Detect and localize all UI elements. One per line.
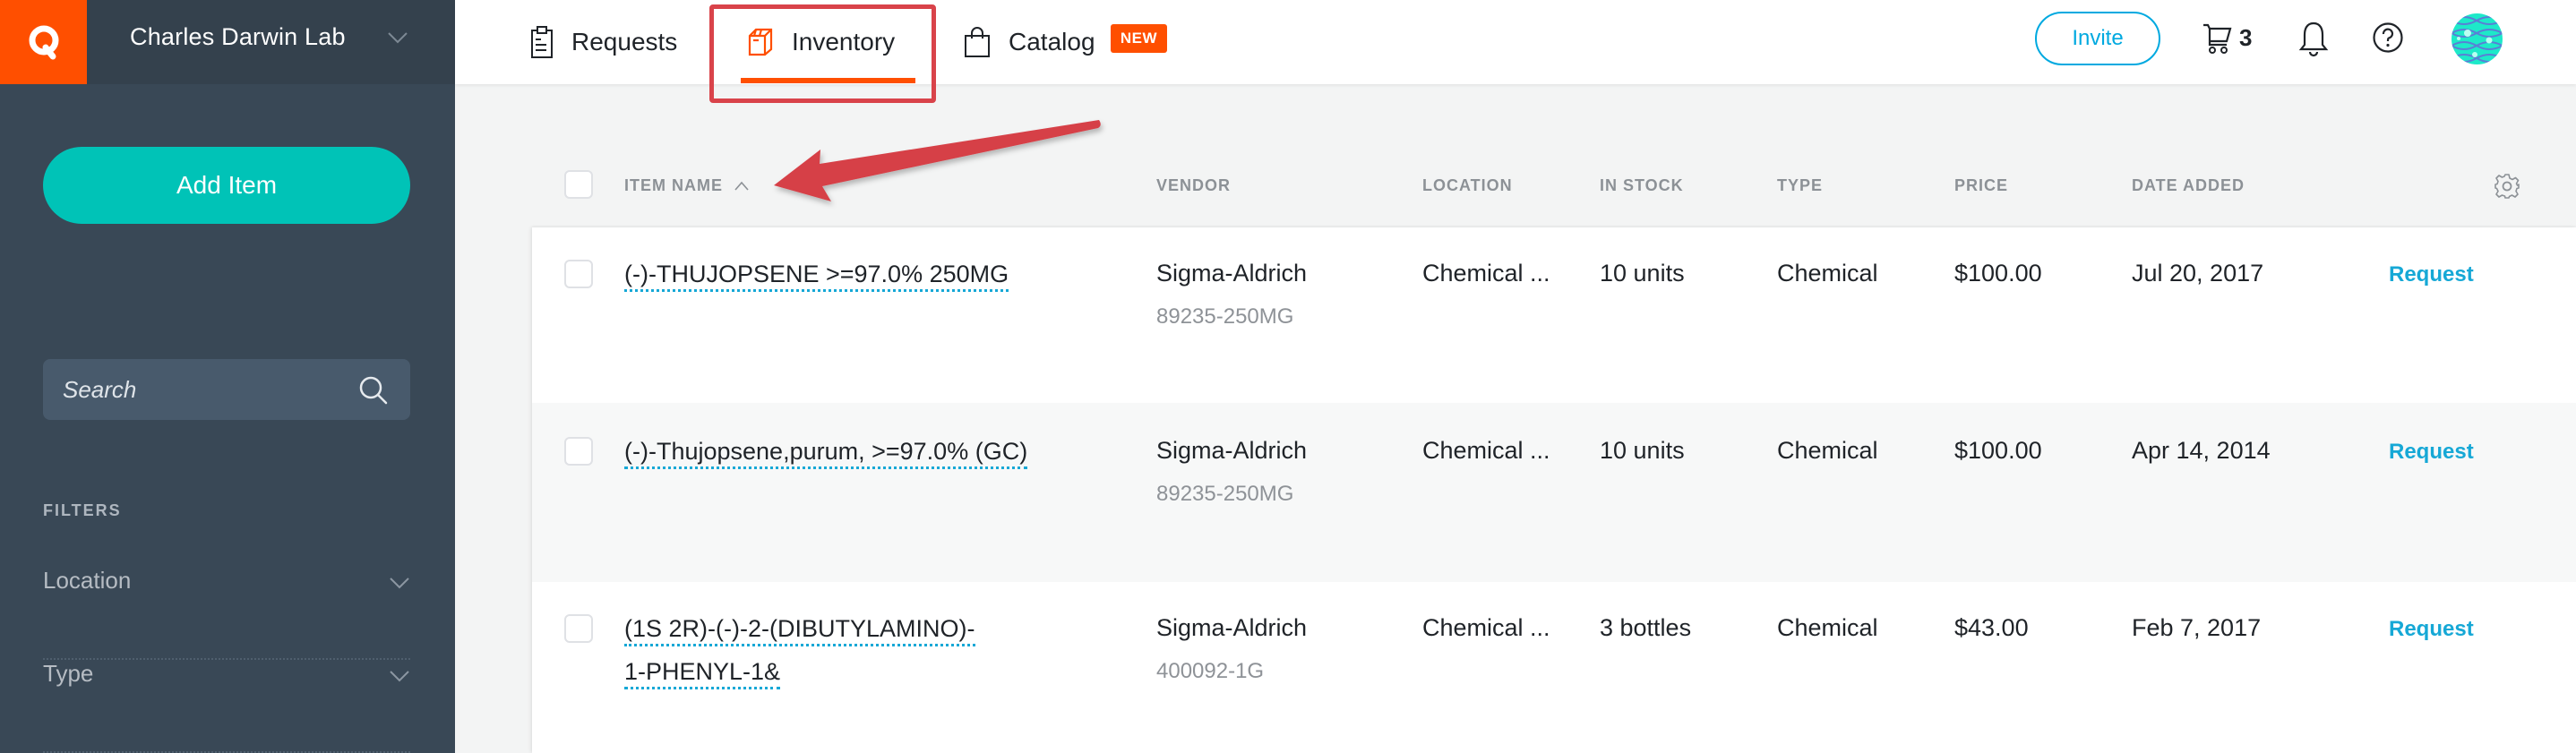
date-added-value: Jul 20, 2017 xyxy=(2132,260,2264,287)
row-checkbox[interactable] xyxy=(564,437,593,466)
filter-type[interactable]: Type xyxy=(43,660,410,753)
search-box xyxy=(43,359,410,420)
box-icon xyxy=(748,28,773,56)
tab-label: Inventory xyxy=(792,28,896,56)
location-value: Chemical ... xyxy=(1422,260,1550,287)
cart-button[interactable] xyxy=(2202,21,2234,60)
in-stock-value: 3 bottles xyxy=(1600,614,1692,641)
select-all-checkbox[interactable] xyxy=(564,170,593,199)
quartzy-logo-icon xyxy=(29,25,58,60)
request-link[interactable]: Request xyxy=(2389,440,2474,465)
active-tab-indicator xyxy=(741,78,915,83)
column-header-in-stock[interactable]: IN STOCK xyxy=(1600,176,1684,195)
sidebar: Charles Darwin Lab Add Item FILTERS Loca… xyxy=(0,0,455,753)
notifications-button[interactable] xyxy=(2298,20,2329,62)
location-value: Chemical ... xyxy=(1422,437,1550,464)
filter-location[interactable]: Location xyxy=(43,567,410,660)
column-header-item-name[interactable]: ITEM NAME xyxy=(624,176,750,195)
item-name-link[interactable]: (-)-THUJOPSENE >=97.0% 250MG xyxy=(624,252,1108,295)
date-added-value: Feb 7, 2017 xyxy=(2132,614,2262,641)
price-value: $100.00 xyxy=(1954,260,2042,287)
app-logo[interactable] xyxy=(0,0,87,84)
vendor-name: Sigma-Aldrich xyxy=(1156,437,1308,464)
item-name-link[interactable]: (-)-Thujopsene,purum, >=97.0% (GC) xyxy=(624,430,1108,473)
type-value: Chemical xyxy=(1777,260,1878,287)
type-value: Chemical xyxy=(1777,614,1878,641)
row-checkbox[interactable] xyxy=(564,260,593,288)
price-value: $43.00 xyxy=(1954,614,2029,641)
column-header-vendor[interactable]: VENDOR xyxy=(1156,176,1231,195)
date-added-value: Apr 14, 2014 xyxy=(2132,437,2271,464)
sort-ascending-icon xyxy=(734,181,749,191)
in-stock-value: 10 units xyxy=(1600,260,1685,287)
in-stock-value: 10 units xyxy=(1600,437,1685,464)
item-name-link[interactable]: (1S 2R)-(-)-2-(DIBUTYLAMINO)- 1-PHENYL-1& xyxy=(624,607,1108,693)
cart-count: 3 xyxy=(2239,24,2253,51)
chevron-down-icon xyxy=(390,671,409,682)
help-button[interactable] xyxy=(2372,21,2404,58)
search-icon[interactable] xyxy=(358,375,389,406)
tab-inventory[interactable]: Inventory xyxy=(747,0,895,84)
type-value: Chemical xyxy=(1777,437,1878,464)
location-value: Chemical ... xyxy=(1422,614,1550,641)
invite-button[interactable]: Invite xyxy=(2035,12,2160,65)
request-link[interactable]: Request xyxy=(2389,262,2474,287)
search-input[interactable] xyxy=(63,359,349,420)
clipboard-icon xyxy=(531,26,553,58)
avatar-pattern-icon xyxy=(2451,13,2503,64)
filters-heading: FILTERS xyxy=(43,501,122,519)
price-value: $100.00 xyxy=(1954,437,2042,464)
tab-catalog[interactable]: Catalog xyxy=(964,0,1095,84)
column-header-location[interactable]: LOCATION xyxy=(1422,176,1513,195)
shopping-bag-icon xyxy=(965,27,990,57)
user-avatar[interactable] xyxy=(2451,13,2503,64)
column-header-type[interactable]: TYPE xyxy=(1777,176,1823,195)
filter-label: Type xyxy=(43,660,94,687)
lab-name: Charles Darwin Lab xyxy=(130,23,346,50)
column-header-price[interactable]: PRICE xyxy=(1954,176,2008,195)
column-header-date-added[interactable]: DATE ADDED xyxy=(2132,176,2245,195)
chevron-down-icon xyxy=(390,578,409,589)
tab-label: Catalog xyxy=(1009,28,1095,56)
new-badge: NEW xyxy=(1111,24,1167,53)
lab-switcher[interactable]: Charles Darwin Lab xyxy=(0,0,455,84)
add-item-button[interactable]: Add Item xyxy=(43,147,410,224)
bell-icon xyxy=(2298,21,2329,57)
tab-requests[interactable]: Requests xyxy=(530,0,677,84)
row-checkbox[interactable] xyxy=(564,614,593,643)
column-settings-gear-icon[interactable] xyxy=(2494,173,2520,200)
chevron-down-icon xyxy=(388,32,408,44)
request-link[interactable]: Request xyxy=(2389,617,2474,642)
catalog-number: 89235-250MG xyxy=(1156,304,1294,329)
catalog-number: 89235-250MG xyxy=(1156,482,1294,506)
filter-label: Location xyxy=(43,567,132,594)
catalog-number: 400092-1G xyxy=(1156,659,1265,683)
vendor-name: Sigma-Aldrich xyxy=(1156,260,1308,287)
vendor-name: Sigma-Aldrich xyxy=(1156,614,1308,641)
help-icon xyxy=(2373,22,2403,53)
shopping-cart-icon xyxy=(2203,23,2232,54)
tab-label: Requests xyxy=(571,28,678,56)
